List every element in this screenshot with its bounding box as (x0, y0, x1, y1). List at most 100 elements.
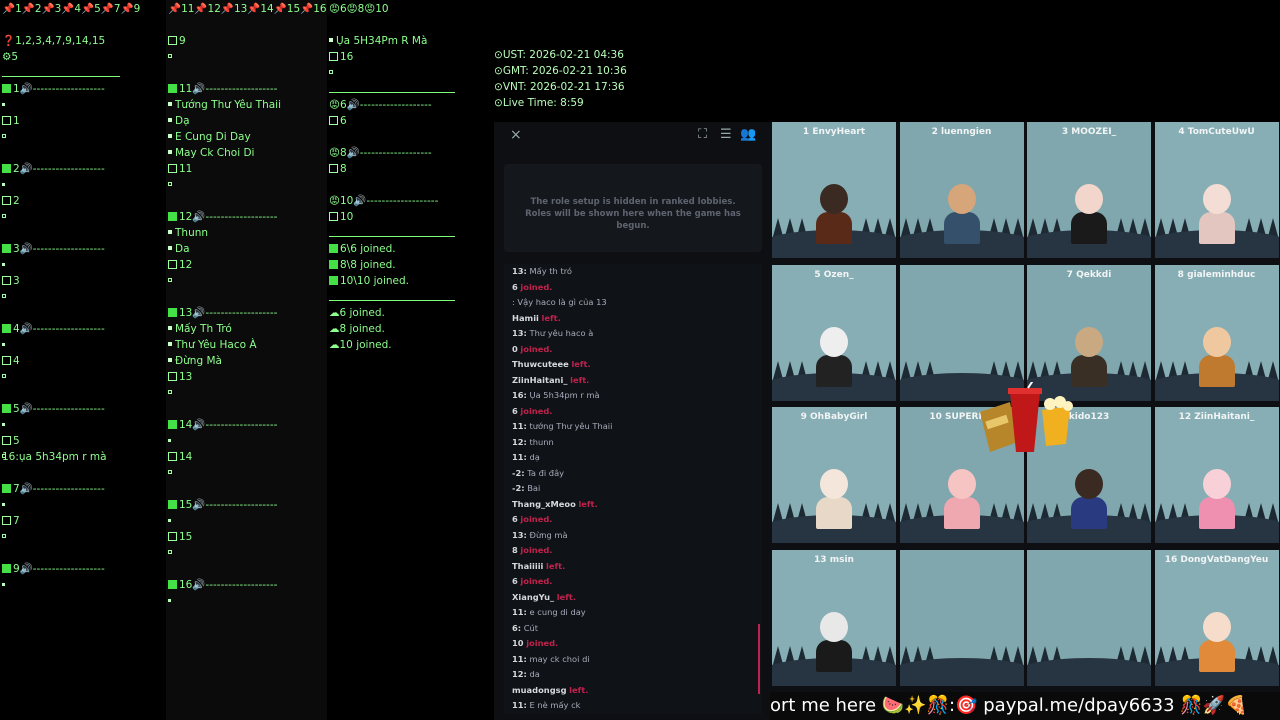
list-icon[interactable]: ☰ (720, 127, 732, 142)
chat-text: E nè mấy ck (529, 700, 581, 710)
chat-line: May Ck Choi Di (168, 145, 254, 161)
chat-author[interactable]: 12: (512, 669, 527, 679)
chat-author[interactable]: 10 (512, 638, 524, 648)
chat-author[interactable]: 11: (512, 607, 527, 617)
joined-line: 8\8 joined. (329, 257, 396, 273)
chat-message: Thuwcuteee left. (504, 357, 762, 373)
player-card[interactable]: 7 Qekkdi (1027, 264, 1151, 401)
gmt-time: ⊙GMT: 2026-02-21 10:36 (494, 65, 627, 77)
player-card[interactable] (899, 264, 1024, 401)
slot-checkbox: 3 (2, 273, 20, 289)
player-card[interactable]: 12 ZiinHaitani_ (1154, 407, 1279, 543)
chat-line-text: Thư Yêu Haco À (175, 339, 257, 351)
chat-author[interactable]: 6 (512, 576, 518, 586)
ust-time: ⊙UST: 2026-02-21 04:36 (494, 49, 624, 61)
player-card[interactable]: 13 msin (772, 549, 896, 686)
chat-author[interactable]: Thaiiiii (512, 561, 543, 571)
chat-message: -2: Bai (504, 481, 762, 497)
player-card[interactable]: 16 DongVatDangYeu (1154, 549, 1279, 686)
fullscreen-icon[interactable]: ⛶ (698, 127, 707, 142)
player-card[interactable] (899, 549, 1024, 686)
chat-text: : Vậy haco là gì của 13 (512, 297, 607, 307)
marker-dot (2, 529, 6, 545)
slot-header: 7🔊------------------- (2, 481, 105, 497)
chat-text: left. (546, 560, 566, 571)
chat-author[interactable]: 11: (512, 654, 527, 664)
chat-line-text: Da (175, 243, 190, 255)
chat-author[interactable]: 13: (512, 530, 527, 540)
slot-header: 4🔊------------------- (2, 321, 105, 337)
chat-text: Ta đi đây (527, 467, 565, 478)
joined-line-text: 10\10 joined. (340, 275, 409, 287)
chat-author[interactable]: 6: (512, 623, 521, 633)
chat-author[interactable]: 6 (512, 514, 518, 524)
chat-author[interactable]: 13: (512, 266, 527, 276)
slot-header: 13🔊------------------- (168, 305, 277, 321)
avatar-head (820, 611, 848, 642)
slot-checkbox-text: 12 (179, 259, 193, 271)
marker-dot (168, 513, 171, 529)
chat-author[interactable]: 11: (512, 421, 527, 431)
vnt-time: ⊙VNT: 2026-02-21 17:36 (494, 81, 625, 93)
chat-text: left. (571, 359, 591, 369)
chat-text: Bai (527, 483, 541, 493)
chat-author[interactable]: Hamii (512, 313, 539, 323)
slot-checkbox-text: 10 (340, 211, 354, 223)
marker-dot (2, 177, 5, 193)
joined-line: ☁6 joined. (329, 307, 385, 319)
col1-missing-list: ❓1,2,3,4,7,9,14,15 (2, 33, 105, 49)
player-name: 7 Qekkdi (1066, 269, 1112, 280)
slot-checkbox: 8 (329, 161, 347, 177)
chat-author[interactable]: muadongsg (512, 685, 567, 695)
chat-author[interactable]: XiangYu_ (512, 592, 554, 602)
chat-author[interactable]: 6 (512, 406, 518, 416)
player-card[interactable]: 1 EnvyHeart (772, 122, 896, 258)
chat-author[interactable]: -2: (512, 468, 525, 478)
slot-header-text: 7🔊------------------- (13, 483, 105, 495)
chat-author[interactable]: 16: (512, 390, 527, 400)
slot-checkbox-text: 4 (13, 355, 20, 367)
player-card[interactable]: 3 MOOZEI_ (1027, 122, 1151, 258)
chat-text: joined. (520, 545, 553, 555)
chat-author[interactable]: 0 (512, 344, 518, 354)
chat-scrollbar[interactable] (758, 624, 760, 694)
chat-author[interactable]: 12: (512, 437, 527, 447)
player-avatar (1069, 326, 1109, 387)
chat-author[interactable]: Thang_xMeoo (512, 499, 576, 509)
player-card[interactable]: 2 luenngien (899, 122, 1024, 258)
chat-author[interactable]: 13: (512, 328, 527, 338)
chat-author[interactable]: 11: (512, 700, 527, 710)
col3-header-text: 😡6😡8😡10 (329, 3, 389, 15)
chat-message: 11: E nè mấy ck (504, 698, 762, 714)
slot-header: 9🔊------------------- (2, 561, 105, 577)
marker-dot (168, 49, 172, 65)
chat-text: Cút (523, 622, 539, 633)
chat-author[interactable]: 6 (512, 282, 518, 292)
avatar-head (947, 184, 976, 214)
chat-author[interactable]: -2: (512, 483, 525, 493)
chat-author[interactable]: Thuwcuteee (512, 359, 569, 369)
hill-decoration (1027, 657, 1151, 686)
slot-header: 3🔊------------------- (2, 241, 105, 257)
player-avatar (814, 326, 854, 387)
chat-message: 6 joined. (504, 404, 762, 420)
slot-checkbox-text: 3 (13, 275, 20, 287)
marker-dot (2, 337, 5, 353)
player-card[interactable]: 4 TomCuteUwU (1154, 122, 1279, 258)
chat-author[interactable]: 8 (512, 545, 518, 555)
player-card[interactable] (1027, 549, 1151, 686)
col3-header: 😡6😡8😡10 (329, 1, 389, 17)
slot-header: 16🔊------------------- (168, 577, 277, 593)
chat-message: ZiinHaitani_ left. (504, 373, 762, 389)
close-icon[interactable]: × (510, 127, 522, 143)
users-icon[interactable]: 👥 (740, 127, 756, 142)
popcorn-icon (980, 382, 1073, 452)
player-card[interactable]: 5 Ozen_ (772, 264, 896, 401)
avatar-head (1202, 469, 1231, 499)
chat-log[interactable]: 13: Mấy th tró 6 joined. : Vậy haco là gì… (504, 264, 762, 714)
slot-checkbox: 13 (168, 369, 192, 385)
player-card[interactable]: 9 OhBabyGirl (772, 407, 896, 543)
chat-author[interactable]: 11: (512, 452, 527, 462)
player-card[interactable]: 8 gialeminhduc (1154, 264, 1279, 401)
chat-author[interactable]: ZiinHaitani_ (512, 375, 567, 385)
